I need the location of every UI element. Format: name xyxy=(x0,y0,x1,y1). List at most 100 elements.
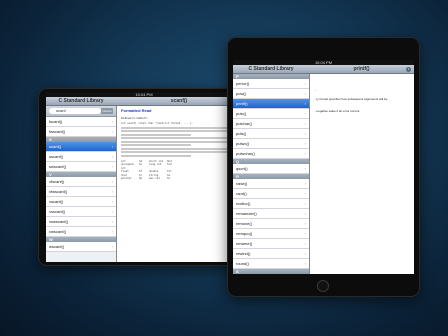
chevron-right-icon: › xyxy=(111,164,113,169)
doc-pane: Formatted Read Defined in <stdio.h> int … xyxy=(117,106,242,262)
chevron-right-icon: › xyxy=(304,141,306,146)
text-line xyxy=(121,147,233,150)
list-item[interactable]: raise() › xyxy=(233,179,309,189)
ipad-portrait: 10:04 PM C Standard Library printf() i P… xyxy=(227,37,420,297)
list-item-label: rand() xyxy=(236,191,247,196)
list-item[interactable]: vfscanf() › xyxy=(46,177,116,187)
list-item[interactable]: vscanf() › xyxy=(46,197,116,207)
list-item[interactable]: remove() › xyxy=(233,219,309,229)
list-item-label: round() xyxy=(236,261,249,266)
list-item[interactable]: sscanf() › xyxy=(46,152,116,162)
text-line xyxy=(121,151,233,154)
chevron-right-icon: › xyxy=(111,179,113,184)
chevron-right-icon: › xyxy=(304,201,306,206)
page-title: printf() xyxy=(353,66,370,72)
list-item[interactable]: puts() › xyxy=(233,129,309,139)
list-item[interactable]: fwscanf() › xyxy=(46,127,116,137)
chevron-right-icon: › xyxy=(111,129,113,134)
chevron-right-icon: › xyxy=(304,231,306,236)
list-item[interactable]: fscanf() › xyxy=(46,117,116,127)
table-cell: pointer xyxy=(121,176,132,180)
function-list: fscanf() › fwscanf() › Sscanf() › sscanf() › sws… xyxy=(46,117,116,252)
chevron-right-icon: › xyxy=(111,219,113,224)
list-item-label: putwc() xyxy=(236,141,250,146)
search-input[interactable]: scanf xyxy=(49,108,101,114)
cancel-button[interactable]: Cancel xyxy=(101,108,113,114)
table-cell: %p xyxy=(139,176,143,180)
function-list-pane: Pperror() › pow() › printf() › putc() › putchar(… xyxy=(233,74,310,274)
list-item[interactable]: putwc() › xyxy=(233,139,309,149)
list-item[interactable]: rand() › xyxy=(233,189,309,199)
table-cell: %x xyxy=(167,176,171,180)
list-item[interactable]: swscanf() › xyxy=(46,162,116,172)
list-item[interactable]: vsscanf() › xyxy=(46,207,116,217)
list-item[interactable]: vfwscanf() › xyxy=(46,187,116,197)
doc-line: ...negative value if an error occurs. xyxy=(314,109,361,113)
list-item-label: putchar() xyxy=(236,121,253,126)
list-item[interactable]: remquo() › xyxy=(233,229,309,239)
list-item[interactable]: pow() › xyxy=(233,89,309,99)
left-navbar: C Standard Library xyxy=(233,65,309,74)
list-item-label: swscanf() xyxy=(49,164,67,169)
list-item[interactable]: remainder() › xyxy=(233,209,309,219)
chevron-right-icon: › xyxy=(111,189,113,194)
list-item[interactable]: rename() › xyxy=(233,239,309,249)
doc-code: int scanf( const char *restrict format, … xyxy=(121,122,238,125)
text-line xyxy=(121,133,192,136)
left-title: C Standard Library xyxy=(58,98,104,104)
list-item-label: sscanf() xyxy=(49,154,64,159)
chevron-right-icon: › xyxy=(304,191,306,196)
list-item[interactable]: putchar() › xyxy=(233,119,309,129)
list-item-label: printf() xyxy=(236,101,248,106)
doc-pane: ... ...ly format specifies how subsequen… xyxy=(310,74,414,274)
list-item[interactable]: putwchar() › xyxy=(233,149,309,159)
text-line xyxy=(121,130,233,133)
list-item[interactable]: qsort() › xyxy=(233,164,309,174)
list-item-label: rename() xyxy=(236,241,253,246)
list-item-label: wscanf() xyxy=(49,244,65,249)
chevron-right-icon: › xyxy=(304,151,306,156)
home-button[interactable] xyxy=(317,280,329,292)
info-icon[interactable]: i xyxy=(406,67,411,72)
table-cell: hex int xyxy=(149,176,160,180)
chevron-right-icon: › xyxy=(111,229,113,234)
list-item-label: remainder() xyxy=(236,211,257,216)
chevron-right-icon: › xyxy=(304,166,306,171)
right-navbar: scanf() xyxy=(116,97,242,106)
list-item-label: vswscanf() xyxy=(49,219,69,224)
doc-line: ...ly format specifies how subsequent ar… xyxy=(314,97,388,101)
list-item[interactable]: printf() › xyxy=(233,99,309,109)
list-item[interactable]: round() › xyxy=(233,259,309,269)
chevron-right-icon: › xyxy=(111,119,113,124)
list-item[interactable]: perror() › xyxy=(233,79,309,89)
chevron-right-icon: › xyxy=(304,181,306,186)
list-item-label: realloc() xyxy=(236,201,251,206)
chevron-right-icon: › xyxy=(304,101,306,106)
chevron-right-icon: › xyxy=(111,199,113,204)
text-line xyxy=(121,126,233,129)
chevron-right-icon: › xyxy=(304,251,306,256)
list-item[interactable]: rewind() › xyxy=(233,249,309,259)
list-item[interactable]: putc() › xyxy=(233,109,309,119)
ipad-landscape: 10:04 PM C Standard Library scanf() ⚲ sc… xyxy=(38,88,250,266)
list-item-label: vfwscanf() xyxy=(49,189,68,194)
list-item-label: remquo() xyxy=(236,231,253,236)
list-item-label: qsort() xyxy=(236,166,248,171)
chevron-right-icon: › xyxy=(304,221,306,226)
text-line xyxy=(121,144,192,147)
list-item[interactable]: wscanf() › xyxy=(46,242,116,252)
code-line: int scanf( const char *restrict format, … xyxy=(121,122,193,125)
chevron-right-icon: › xyxy=(304,111,306,116)
list-item[interactable]: vwscanf() › xyxy=(46,227,116,237)
chevron-right-icon: › xyxy=(111,209,113,214)
list-item[interactable]: realloc() › xyxy=(233,199,309,209)
doc-defined-in: Defined in <stdio.h> xyxy=(121,116,148,120)
chevron-right-icon: › xyxy=(304,211,306,216)
text-line xyxy=(121,137,233,140)
doc-body xyxy=(121,126,238,157)
list-item[interactable]: vswscanf() › xyxy=(46,217,116,227)
list-item[interactable]: scanf() › xyxy=(46,142,116,152)
doc-heading: Formatted Read xyxy=(121,108,152,113)
ipad-landscape-screen: 10:04 PM C Standard Library scanf() ⚲ sc… xyxy=(46,92,242,262)
list-item-label: putwchar() xyxy=(236,151,255,156)
